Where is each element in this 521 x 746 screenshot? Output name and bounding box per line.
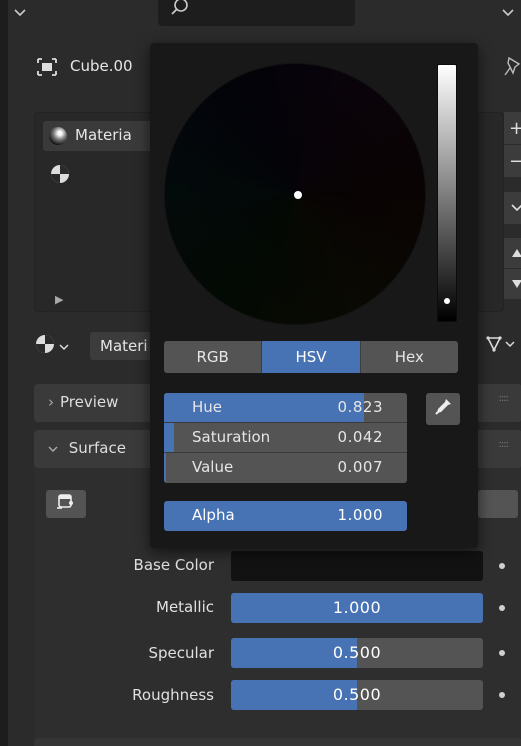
specular-value: 0.500 bbox=[332, 643, 382, 662]
value-slider[interactable] bbox=[437, 64, 457, 322]
color-mode-tabs: RGB HSV Hex bbox=[164, 341, 458, 373]
eyedropper-button[interactable] bbox=[426, 393, 460, 425]
material-slot-name: Materia bbox=[75, 126, 132, 144]
tab-hsv[interactable]: HSV bbox=[262, 341, 361, 373]
saturation-field[interactable]: Saturation 0.042 bbox=[164, 423, 407, 453]
metallic-value: 1.000 bbox=[332, 598, 382, 617]
value-field[interactable]: Value 0.007 bbox=[164, 453, 407, 483]
roughness-value: 0.500 bbox=[332, 685, 382, 704]
alpha-label: Alpha bbox=[192, 506, 235, 524]
shader-node-icon bbox=[56, 493, 76, 515]
socket-dot-icon[interactable] bbox=[499, 692, 505, 698]
saturation-fill bbox=[164, 423, 175, 452]
search-input[interactable] bbox=[158, 0, 355, 26]
shader-node-button[interactable] bbox=[46, 490, 86, 518]
chevron-down-icon[interactable] bbox=[504, 192, 521, 224]
chevron-down-icon bbox=[48, 439, 63, 457]
drag-handle-icon[interactable]: :::: bbox=[499, 439, 510, 450]
saturation-label: Saturation bbox=[192, 428, 271, 446]
preview-text: Preview bbox=[60, 393, 119, 411]
material-browse-dropdown[interactable] bbox=[34, 332, 94, 360]
value-label: Value bbox=[192, 458, 234, 476]
chevron-down-icon[interactable] bbox=[498, 4, 518, 22]
play-arrow-icon[interactable]: ▶ bbox=[55, 293, 63, 306]
color-wheel-cursor[interactable] bbox=[294, 191, 302, 199]
node-tree-icon[interactable] bbox=[486, 335, 516, 359]
search-icon bbox=[170, 0, 190, 22]
next-panel-header[interactable] bbox=[34, 738, 521, 746]
triangle-up-icon[interactable] bbox=[504, 238, 521, 268]
specular-label: Specular bbox=[148, 644, 214, 662]
metallic-slider[interactable]: 1.000 bbox=[231, 593, 483, 623]
socket-dot-icon[interactable] bbox=[499, 650, 505, 656]
value-value: 0.007 bbox=[337, 458, 383, 476]
saturation-value: 0.042 bbox=[337, 428, 383, 446]
pin-icon[interactable] bbox=[504, 55, 521, 81]
hue-value: 0.823 bbox=[337, 398, 383, 416]
drag-handle-icon[interactable]: :::: bbox=[499, 393, 510, 404]
roughness-slider[interactable]: 0.500 bbox=[231, 680, 483, 710]
tab-rgb[interactable]: RGB bbox=[164, 341, 263, 373]
preview-label: › Preview bbox=[48, 393, 118, 411]
value-slider-cursor[interactable] bbox=[444, 298, 450, 304]
header-bar bbox=[8, 0, 521, 30]
base-color-label: Base Color bbox=[133, 556, 214, 574]
socket-dot-icon[interactable] bbox=[499, 605, 505, 611]
object-icon bbox=[36, 57, 58, 81]
chevron-down-icon[interactable] bbox=[10, 4, 30, 22]
add-slot-button[interactable]: + bbox=[504, 112, 521, 144]
chevron-right-icon: › bbox=[48, 393, 54, 411]
tab-hex[interactable]: Hex bbox=[360, 341, 458, 373]
hue-field[interactable]: Hue 0.823 bbox=[164, 393, 407, 423]
chevron-down-icon bbox=[59, 337, 69, 355]
roughness-label: Roughness bbox=[132, 686, 214, 704]
hsv-fields: Hue 0.823 Saturation 0.042 Value 0.007 bbox=[164, 393, 407, 483]
surface-label: Surface bbox=[48, 439, 126, 457]
triangle-down-icon[interactable] bbox=[504, 269, 521, 299]
color-picker-popup: RGB HSV Hex Hue 0.823 Saturation 0.042 V… bbox=[150, 43, 478, 548]
eyedropper-icon bbox=[433, 397, 453, 421]
object-name[interactable]: Cube.00 bbox=[70, 57, 133, 75]
base-color-swatch[interactable] bbox=[231, 551, 483, 581]
socket-dot-icon[interactable] bbox=[499, 563, 505, 569]
hue-label: Hue bbox=[192, 398, 223, 416]
shader-field[interactable] bbox=[478, 490, 518, 518]
material-slot-icon bbox=[34, 333, 56, 359]
surface-text: Surface bbox=[68, 439, 126, 457]
value-fill bbox=[164, 453, 166, 483]
material-slot-icon bbox=[49, 163, 71, 189]
material-sphere-icon bbox=[49, 127, 67, 145]
metallic-label: Metallic bbox=[156, 598, 214, 616]
specular-slider[interactable]: 0.500 bbox=[231, 638, 483, 668]
alpha-field[interactable]: Alpha 1.000 bbox=[164, 501, 407, 531]
alpha-value: 1.000 bbox=[337, 506, 383, 524]
remove-slot-button[interactable]: − bbox=[504, 145, 521, 177]
